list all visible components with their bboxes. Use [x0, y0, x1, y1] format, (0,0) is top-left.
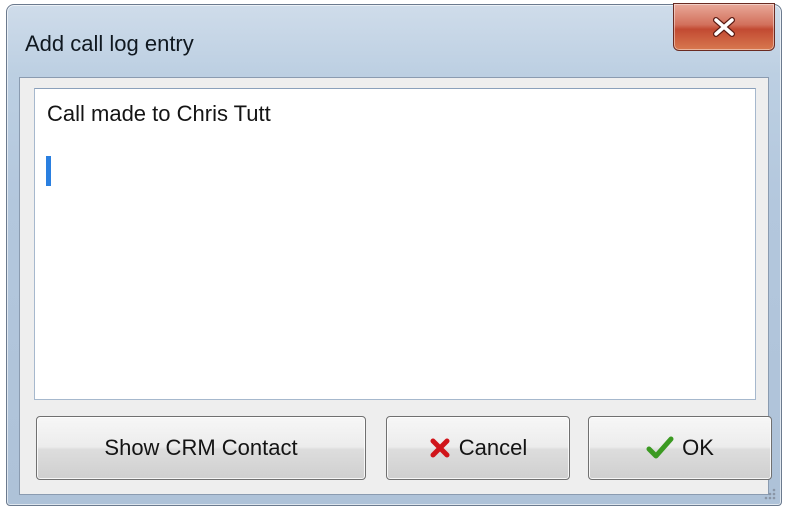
- close-button[interactable]: [673, 3, 775, 51]
- dialog-window: Add call log entry Call made to Chris Tu…: [6, 3, 782, 506]
- cancel-button[interactable]: Cancel: [386, 416, 570, 480]
- title-bar[interactable]: Add call log entry: [7, 3, 781, 75]
- dialog-client-area: Call made to Chris Tutt Show CRM Contact…: [19, 77, 772, 495]
- call-log-textarea[interactable]: Call made to Chris Tutt: [34, 88, 756, 400]
- ok-label: OK: [682, 435, 714, 460]
- call-log-text: Call made to Chris Tutt: [47, 101, 271, 126]
- close-icon: [712, 17, 736, 37]
- cancel-label: Cancel: [458, 435, 528, 460]
- show-crm-contact-label: Show CRM Contact: [104, 435, 298, 460]
- green-check-icon: [646, 436, 674, 460]
- text-caret: [46, 156, 51, 186]
- dialog-title: Add call log entry: [25, 31, 194, 56]
- ok-button[interactable]: OK: [588, 416, 772, 480]
- red-x-icon: [429, 437, 451, 459]
- resize-grip[interactable]: [759, 483, 777, 501]
- show-crm-contact-button[interactable]: Show CRM Contact: [36, 416, 366, 480]
